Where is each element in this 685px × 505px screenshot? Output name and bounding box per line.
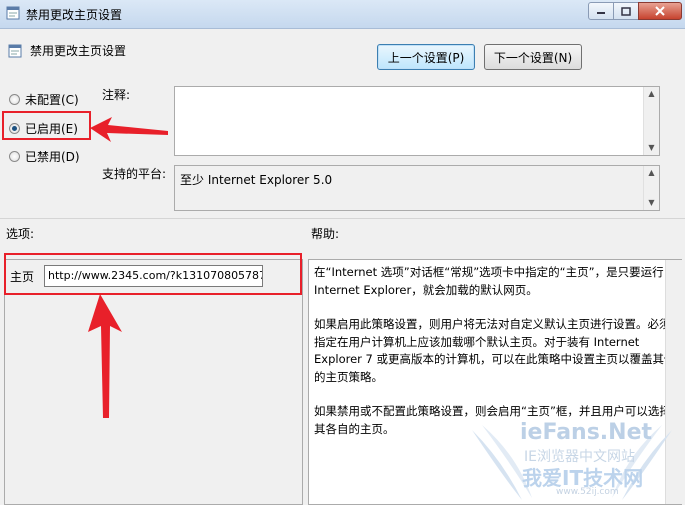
platform-field: 至少 Internet Explorer 5.0 ▲ ▼ xyxy=(174,165,660,211)
scroll-up-icon[interactable]: ▲ xyxy=(644,87,659,101)
comment-textarea[interactable]: ▲ ▼ xyxy=(174,86,660,156)
previous-setting-button[interactable]: 上一个设置(P) xyxy=(377,44,475,70)
scroll-down-icon[interactable]: ▼ xyxy=(644,141,659,155)
options-label: 选项: xyxy=(6,227,35,241)
close-button[interactable] xyxy=(638,2,682,20)
close-icon xyxy=(655,6,665,16)
scroll-up-icon[interactable]: ▲ xyxy=(644,166,659,180)
platform-label: 支持的平台: xyxy=(102,167,167,181)
options-pane xyxy=(4,259,303,505)
radio-indicator[interactable] xyxy=(9,94,20,105)
radio-indicator[interactable] xyxy=(9,151,20,162)
platform-scrollbar[interactable]: ▲ ▼ xyxy=(643,166,659,210)
annotation-highlight-box xyxy=(2,111,91,140)
scroll-down-icon[interactable]: ▼ xyxy=(644,196,659,210)
setting-name: 禁用更改主页设置 xyxy=(30,44,127,58)
annotation-highlight-box xyxy=(4,253,302,295)
annotation-arrow-icon xyxy=(90,117,168,142)
minimize-button[interactable] xyxy=(588,2,614,20)
radio-label: 未配置(C) xyxy=(25,93,79,107)
annotation-arrow-icon xyxy=(88,294,122,418)
watermark-brand: ieFans.Net xyxy=(520,420,653,445)
comment-scrollbar[interactable]: ▲ ▼ xyxy=(643,87,659,155)
help-paragraph: 在“Internet 选项”对话框“常规”选项卡中指定的“主页”，是只要运行 I… xyxy=(314,265,664,297)
radio-disabled[interactable]: 已禁用(D) xyxy=(9,148,80,165)
help-paragraph: 如果启用此策略设置，则用户将无法对自定义默认主页进行设置。必须指定在用户计算机上… xyxy=(314,317,676,384)
maximize-icon xyxy=(621,6,631,16)
title-bar[interactable]: 禁用更改主页设置 xyxy=(0,0,685,29)
help-label: 帮助: xyxy=(311,227,340,241)
window-title: 禁用更改主页设置 xyxy=(26,8,123,22)
watermark-url: www.52ij.com xyxy=(556,487,619,497)
next-setting-button[interactable]: 下一个设置(N) xyxy=(484,44,582,70)
minimize-icon xyxy=(597,12,605,14)
policy-icon xyxy=(6,6,20,20)
platform-value: 至少 Internet Explorer 5.0 xyxy=(180,173,333,187)
comment-label: 注释: xyxy=(102,88,131,102)
radio-label: 已禁用(D) xyxy=(25,150,80,164)
radio-not-configured[interactable]: 未配置(C) xyxy=(9,91,79,108)
policy-icon xyxy=(8,44,22,58)
maximize-button[interactable] xyxy=(613,2,639,20)
section-divider xyxy=(0,218,685,219)
